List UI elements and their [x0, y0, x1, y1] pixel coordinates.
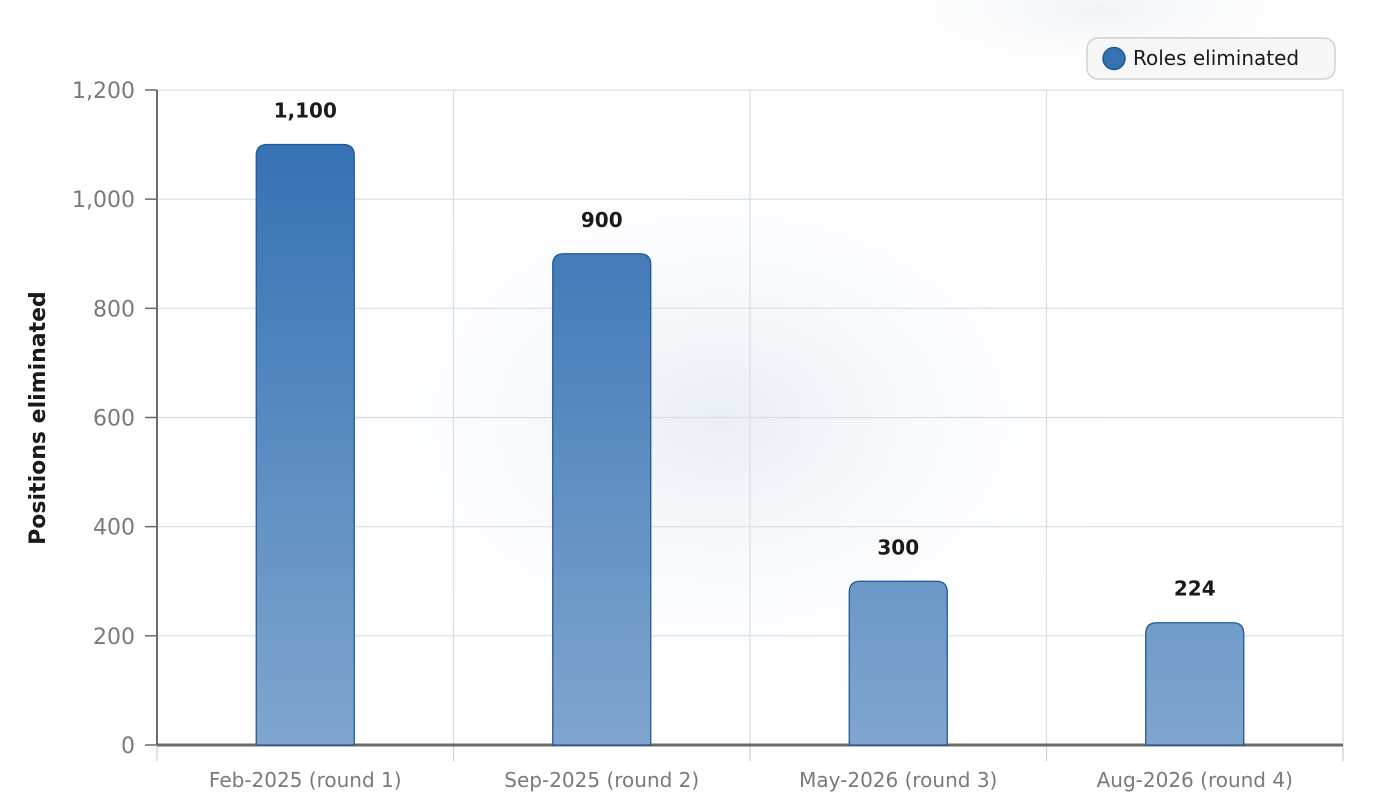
x-tick-label: Feb-2025 (round 1) — [209, 768, 402, 792]
data-label-3: 300 — [877, 535, 919, 559]
y-axis-title: Positions eliminated — [26, 291, 51, 545]
y-tick-label: 800 — [93, 297, 135, 322]
data-label-2: 900 — [581, 208, 623, 232]
background-glow — [260, 90, 1180, 750]
y-tick-label: 200 — [93, 625, 135, 650]
y-tick-label: 400 — [93, 516, 135, 541]
x-tick-label: Aug-2026 (round 4) — [1097, 768, 1293, 792]
y-tick-label: 0 — [121, 734, 135, 759]
legend-label: Roles eliminated — [1133, 46, 1299, 70]
y-tick-label: 1,200 — [72, 79, 135, 104]
legend-swatch — [1102, 46, 1126, 71]
x-tick-label: May-2026 (round 3) — [799, 768, 997, 792]
chart-container: 1,100 900 300 224 0 200 400 600 800 1,000 1,200 Fe… — [0, 0, 1380, 808]
data-label-4: 224 — [1174, 577, 1216, 601]
bar-3[interactable] — [848, 580, 948, 746]
bar-1[interactable] — [255, 143, 355, 746]
bar-4[interactable] — [1145, 622, 1245, 746]
y-tick-label: 600 — [93, 407, 135, 432]
bar-chart: 1,100 900 300 224 0 200 400 600 800 1,000 1,200 Fe… — [26, 0, 1380, 792]
bar-2[interactable] — [552, 253, 652, 746]
data-label-1: 1,100 — [274, 99, 337, 123]
legend[interactable]: Roles eliminated — [1086, 37, 1336, 80]
x-tick-label: Sep-2025 (round 2) — [504, 768, 699, 792]
y-tick-label: 1,000 — [72, 188, 135, 213]
